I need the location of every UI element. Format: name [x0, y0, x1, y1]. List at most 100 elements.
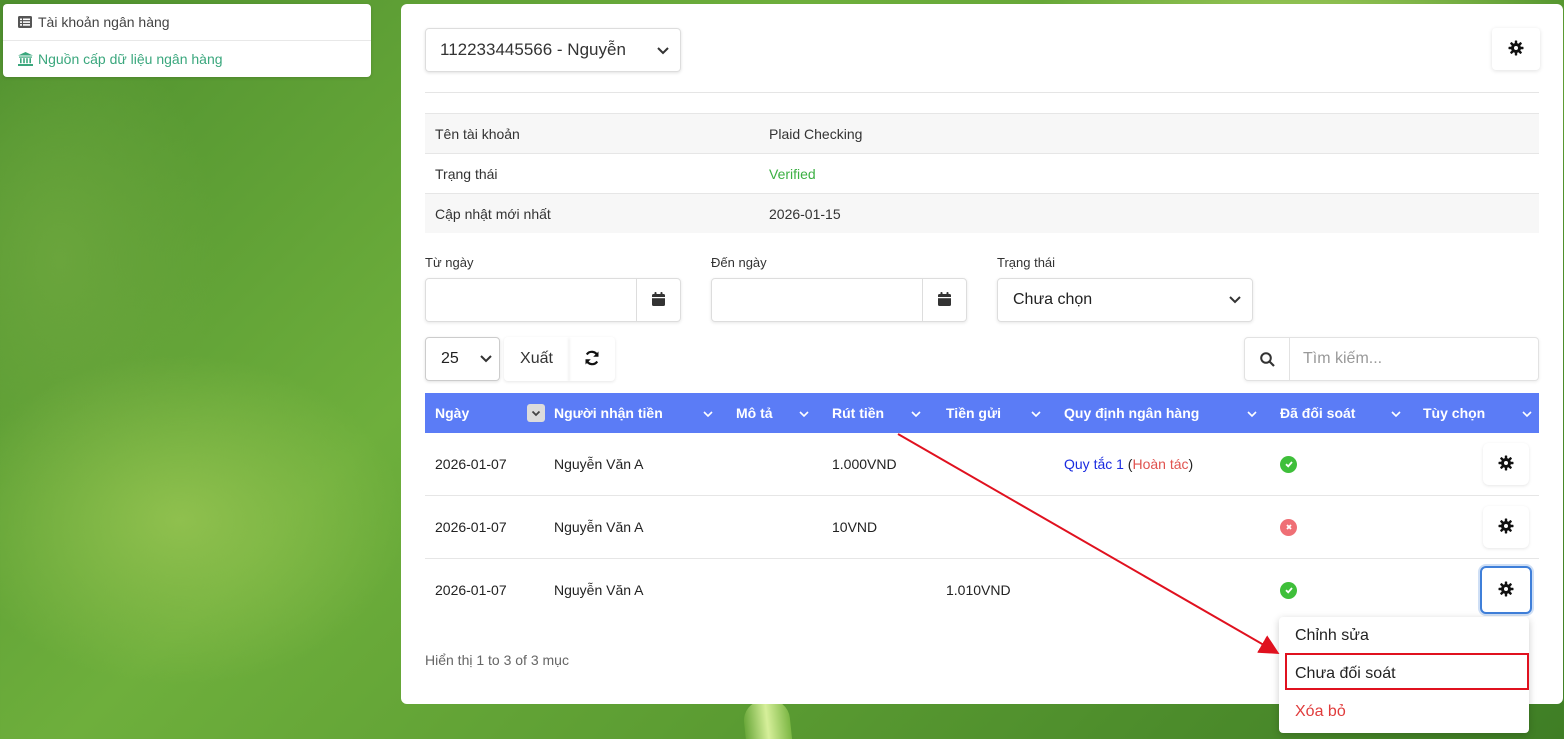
sidebar: Tài khoản ngân hàng Nguồn cấp dữ liệu ng… — [3, 4, 371, 77]
to-date-calendar-button[interactable] — [922, 279, 966, 321]
export-button[interactable]: Xuất — [504, 337, 569, 381]
sidebar-item-label: Nguồn cấp dữ liệu ngân hàng — [38, 50, 223, 67]
from-date-label: Từ ngày — [425, 255, 474, 270]
column-label: Người nhận tiền — [554, 405, 663, 421]
cell-withdrawal: 1.000VND — [832, 456, 897, 472]
from-date-field[interactable] — [426, 279, 636, 321]
status-filter-select[interactable]: Chưa chọn — [997, 278, 1253, 322]
undo-rule-link[interactable]: Hoàn tác — [1132, 456, 1188, 472]
column-header-reconciled[interactable]: Đã đối soát — [1280, 393, 1410, 433]
main-panel: 112233445566 - Nguyễn Tên tài khoản Plai… — [401, 4, 1563, 704]
gear-icon — [1498, 518, 1514, 537]
sidebar-item-bank-feeds[interactable]: Nguồn cấp dữ liệu ngân hàng — [3, 40, 371, 76]
x-circle-icon — [1280, 518, 1297, 536]
chevron-down-icon — [1390, 407, 1402, 423]
sidebar-item-label: Tài khoản ngân hàng — [38, 14, 170, 30]
account-select[interactable]: 112233445566 - Nguyễn — [425, 28, 681, 72]
sort-dropdown-icon[interactable] — [527, 404, 545, 422]
column-header-description[interactable]: Mô tả — [736, 393, 816, 433]
status-filter-value: Chưa chọn — [1013, 291, 1093, 308]
chevron-down-icon — [1228, 292, 1242, 311]
chevron-down-icon — [479, 351, 493, 370]
export-label: Xuất — [520, 350, 553, 367]
column-header-options[interactable]: Tùy chọn — [1423, 393, 1535, 433]
account-info-table: Tên tài khoản Plaid Checking Trạng thái … — [425, 113, 1539, 233]
from-date-calendar-button[interactable] — [636, 279, 680, 321]
chevron-down-icon — [1030, 407, 1042, 423]
search-icon — [1245, 338, 1290, 380]
transactions-table: Ngày Người nhận tiền Mô tả Rút tiền Tiền… — [425, 393, 1539, 622]
cell-reconciled — [1280, 433, 1297, 495]
table-row: 2026-01-07 Nguyễn Văn A 1.010VND — [425, 559, 1539, 622]
calendar-icon — [938, 291, 951, 309]
menu-item-delete[interactable]: Xóa bỏ — [1279, 693, 1529, 731]
cell-reconciled — [1280, 496, 1297, 558]
to-date-label: Đến ngày — [711, 255, 767, 270]
refresh-button[interactable] — [569, 337, 615, 381]
cell-reconciled — [1280, 559, 1297, 621]
bank-rule-paren-open: ( — [1123, 456, 1133, 472]
cell-date: 2026-01-07 — [435, 456, 507, 472]
row-options-button[interactable] — [1480, 566, 1532, 614]
cell-date: 2026-01-07 — [435, 582, 507, 598]
column-label: Ngày — [435, 405, 470, 421]
check-circle-icon — [1280, 581, 1297, 599]
info-value: 2026-01-15 — [769, 205, 841, 222]
search-input[interactable] — [1290, 338, 1538, 380]
to-date-input — [711, 278, 967, 322]
info-row-account-name: Tên tài khoản Plaid Checking — [425, 113, 1539, 153]
account-select-value: 112233445566 - Nguyễn — [440, 40, 626, 59]
divider — [425, 92, 1539, 93]
column-label: Rút tiền — [832, 405, 885, 421]
table-row: 2026-01-07 Nguyễn Văn A 10VND — [425, 496, 1539, 559]
page-size-select[interactable]: 25 — [425, 337, 500, 381]
chevron-down-icon — [1521, 407, 1533, 423]
menu-item-edit[interactable]: Chỉnh sửa — [1279, 617, 1529, 655]
chevron-down-icon — [798, 407, 810, 423]
row-options-menu: Chỉnh sửa Chưa đối soát Xóa bỏ — [1279, 617, 1529, 733]
table-row: 2026-01-07 Nguyễn Văn A 1.000VND Quy tắc… — [425, 433, 1539, 496]
sidebar-item-bank-accounts[interactable]: Tài khoản ngân hàng — [3, 4, 371, 40]
refresh-icon — [584, 350, 600, 369]
info-row-status: Trạng thái Verified — [425, 153, 1539, 193]
cell-date: 2026-01-07 — [435, 519, 507, 535]
bank-icon — [17, 51, 33, 67]
table-header: Ngày Người nhận tiền Mô tả Rút tiền Tiền… — [425, 393, 1539, 433]
status-filter-label: Trạng thái — [997, 255, 1056, 270]
column-header-bank-rule[interactable]: Quy định ngân hàng — [1064, 393, 1264, 433]
page-size-value: 25 — [441, 350, 459, 367]
column-header-payee[interactable]: Người nhận tiền — [554, 393, 718, 433]
search-box — [1244, 337, 1539, 381]
info-key: Tên tài khoản — [435, 125, 520, 142]
check-circle-icon — [1280, 455, 1297, 473]
cell-payee: Nguyễn Văn A — [554, 582, 644, 598]
to-date-field[interactable] — [712, 279, 922, 321]
column-label: Tiền gửi — [946, 405, 1001, 421]
chevron-down-icon — [1246, 407, 1258, 423]
column-label: Đã đối soát — [1280, 405, 1356, 421]
row-options-button[interactable] — [1483, 443, 1529, 485]
row-options-button[interactable] — [1483, 506, 1529, 548]
gear-icon — [1498, 581, 1514, 600]
cell-deposit: 1.010VND — [946, 582, 1011, 598]
info-key: Cập nhật mới nhất — [435, 205, 551, 222]
chevron-down-icon — [910, 407, 922, 423]
pagination-info: Hiển thị 1 to 3 of 3 mục — [425, 652, 569, 668]
column-label: Tùy chọn — [1423, 405, 1486, 421]
chevron-down-icon — [702, 407, 714, 423]
bank-rule-link[interactable]: Quy tắc 1 — [1064, 456, 1124, 472]
column-header-withdrawal[interactable]: Rút tiền — [832, 393, 928, 433]
info-row-last-updated: Cập nhật mới nhất 2026-01-15 — [425, 193, 1539, 233]
menu-item-unreconcile[interactable]: Chưa đối soát — [1279, 655, 1529, 693]
info-value-status: Verified — [769, 165, 816, 182]
list-icon — [17, 14, 33, 30]
info-key: Trạng thái — [435, 165, 498, 182]
column-label: Quy định ngân hàng — [1064, 405, 1200, 421]
column-header-deposit[interactable]: Tiền gửi — [946, 393, 1046, 433]
cell-bank-rule: Quy tắc 1 (Hoàn tác) — [1064, 433, 1193, 495]
calendar-icon — [652, 291, 665, 309]
column-header-date[interactable]: Ngày — [435, 393, 547, 433]
settings-button[interactable] — [1492, 28, 1540, 70]
cell-payee: Nguyễn Văn A — [554, 456, 644, 472]
info-value: Plaid Checking — [769, 125, 863, 142]
